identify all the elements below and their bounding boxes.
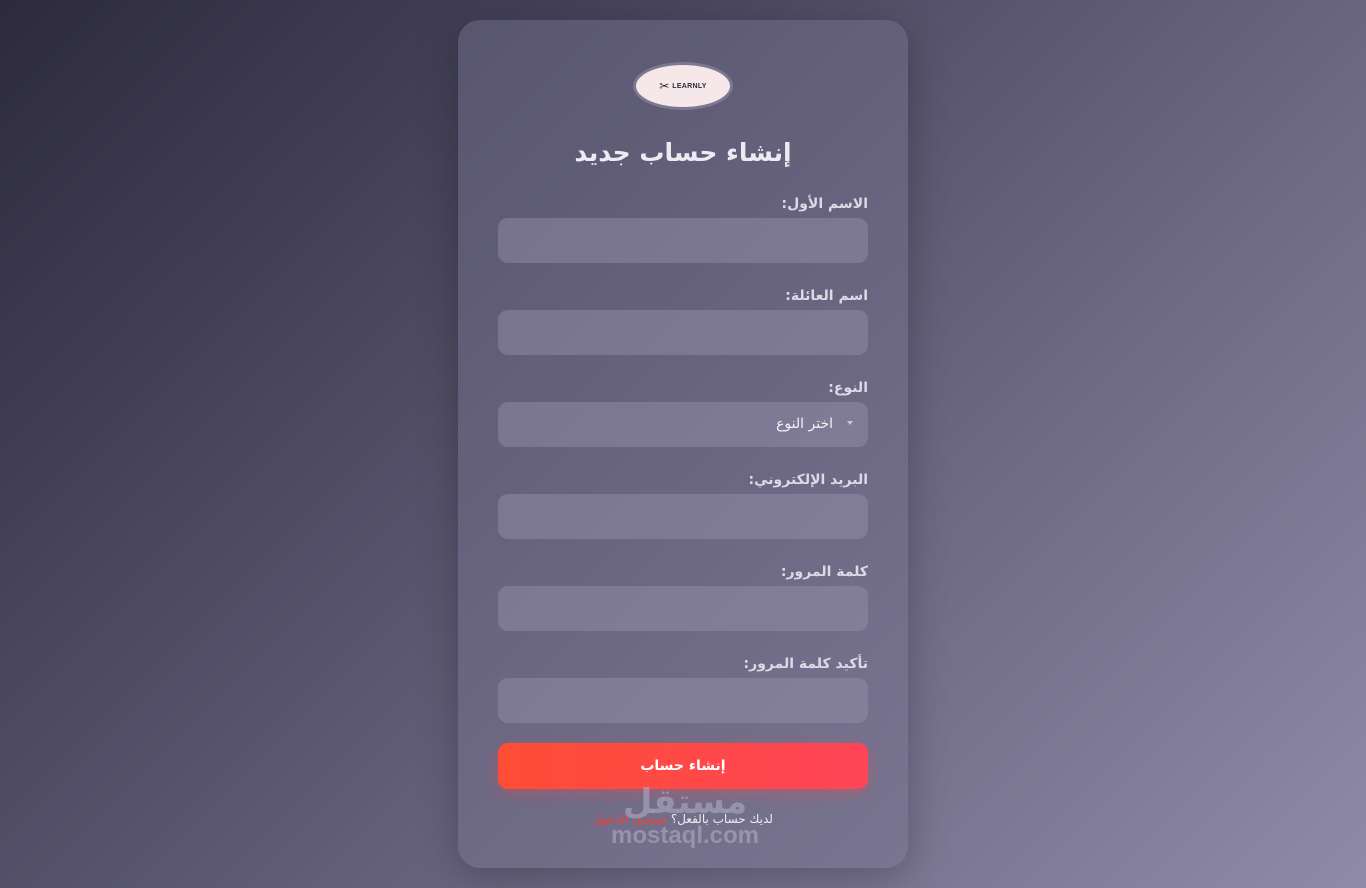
page-title: إنشاء حساب جديد xyxy=(574,138,792,167)
email-label: البريد الإلكتروني: xyxy=(748,472,868,488)
confirm-password-field[interactable] xyxy=(498,678,868,723)
gender-select-value: اختر النوع xyxy=(776,416,833,432)
first-name-label: الاسم الأول: xyxy=(781,196,868,212)
email-group: البريد الإلكتروني: xyxy=(498,470,868,539)
last-name-group: اسم العائلة: xyxy=(498,286,868,355)
first-name-field[interactable] xyxy=(498,218,868,263)
email-field[interactable] xyxy=(498,494,868,539)
password-label: كلمة المرور: xyxy=(780,564,868,580)
watermark-arabic: مستقل xyxy=(622,782,748,822)
scissors-icon: ✂ xyxy=(659,79,670,93)
logo-text: LEARNLY xyxy=(672,82,707,90)
first-name-group: الاسم الأول: xyxy=(498,194,868,263)
gender-label: النوع: xyxy=(828,380,868,396)
last-name-label: اسم العائلة: xyxy=(785,288,868,304)
password-field[interactable] xyxy=(498,586,868,631)
last-name-field[interactable] xyxy=(498,310,868,355)
gender-group: النوع: اختر النوع xyxy=(498,378,868,447)
password-group: كلمة المرور: xyxy=(498,562,868,631)
chevron-down-icon xyxy=(847,421,853,425)
logo: ✂ LEARNLY xyxy=(633,62,733,110)
watermark: مستقل mostaql.com xyxy=(560,782,810,850)
confirm-password-group: تأكيد كلمة المرور: xyxy=(498,654,868,723)
confirm-password-label: تأكيد كلمة المرور: xyxy=(743,656,868,672)
watermark-latin: mostaql.com xyxy=(610,822,760,849)
signup-card: ✂ LEARNLY إنشاء حساب جديد الاسم الأول: ا… xyxy=(458,20,908,868)
gender-select[interactable]: اختر النوع xyxy=(498,402,868,447)
